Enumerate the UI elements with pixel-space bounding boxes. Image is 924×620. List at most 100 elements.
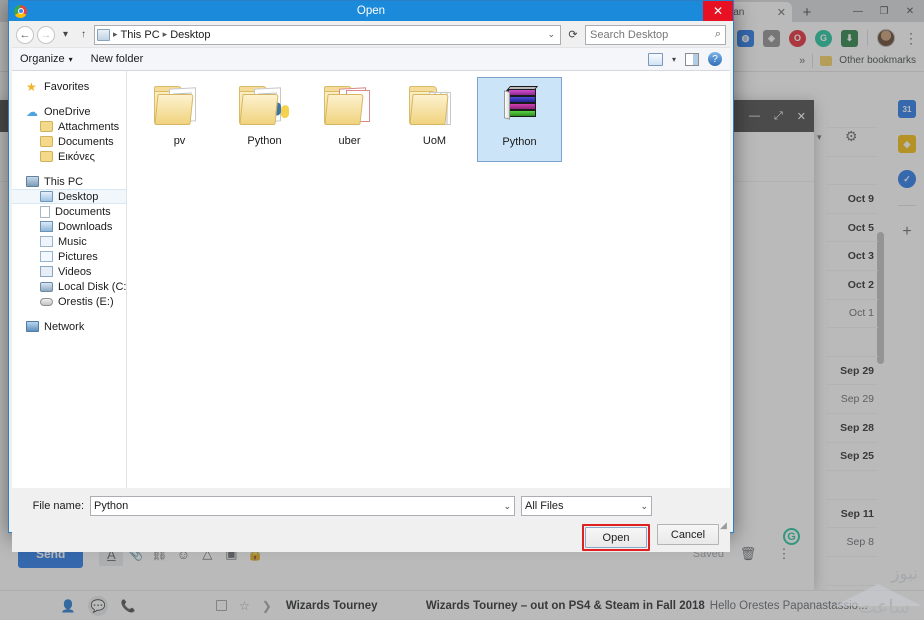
sidebar-item-label: Εικόνες: [58, 150, 95, 163]
search-input[interactable]: Search Desktop ⌕: [585, 24, 726, 45]
file-item[interactable]: UoM: [392, 77, 477, 162]
sidebar-item-label: This PC: [44, 175, 84, 188]
open-file-dialog: Open ✕ ← → ▾ ↑ ▸ This PC ▸ Desktop ⌄ ⟳ S…: [8, 0, 734, 552]
file-item[interactable]: uber: [307, 77, 392, 162]
sidebar-item-label: Orestis (E:): [58, 295, 114, 308]
recent-locations-icon[interactable]: ▾: [58, 26, 73, 44]
sidebar-item-[interactable]: Εικόνες: [12, 149, 126, 164]
file-type-value: All Files: [525, 500, 564, 512]
music-icon: [40, 236, 53, 247]
file-item-label: pv: [173, 135, 186, 147]
search-placeholder: Search Desktop: [590, 28, 669, 41]
dialog-title-bar: Open ✕: [9, 1, 733, 21]
desktop-icon: [40, 191, 53, 202]
folder-icon: [407, 80, 463, 130]
sidebar-item-local-disk-c[interactable]: Local Disk (C:): [12, 279, 126, 294]
sidebar-item-music[interactable]: Music: [12, 234, 126, 249]
cancel-button[interactable]: Cancel: [657, 524, 719, 545]
new-folder-button[interactable]: New folder: [91, 53, 144, 65]
folder-icon: [323, 86, 374, 126]
chevron-down-icon[interactable]: ⌄: [547, 29, 558, 40]
back-button[interactable]: ←: [16, 25, 34, 44]
chevron-down-icon: ▾: [68, 54, 73, 64]
change-view-icon[interactable]: [647, 52, 663, 66]
breadcrumb-desktop[interactable]: Desktop: [170, 29, 210, 41]
folder-icon: [40, 151, 53, 162]
open-button[interactable]: Open: [585, 527, 647, 548]
breadcrumb-this-pc[interactable]: This PC: [121, 29, 160, 41]
file-item[interactable]: Python: [222, 77, 307, 162]
up-one-level-button[interactable]: ↑: [76, 26, 91, 44]
downloads-icon: [40, 221, 53, 232]
sidebar-item-documents[interactable]: Documents: [12, 134, 126, 149]
navigation-bar: ← → ▾ ↑ ▸ This PC ▸ Desktop ⌄ ⟳ Search D…: [12, 22, 730, 47]
file-name-value: Python: [94, 500, 129, 512]
file-type-select[interactable]: All Files ⌄: [521, 496, 652, 516]
sidebar-item-desktop[interactable]: Desktop: [12, 189, 126, 204]
new-folder-label: New folder: [90, 53, 144, 65]
sidebar-item-favorites[interactable]: ★ Favorites: [12, 79, 126, 94]
sidebar-item-label: Local Disk (C:): [58, 280, 127, 293]
sidebar-item-attachments[interactable]: Attachments: [12, 119, 126, 134]
documents-icon: [40, 205, 50, 218]
cloud-icon: ☁: [26, 104, 38, 119]
refresh-icon[interactable]: ⟳: [564, 25, 582, 45]
computer-icon: [26, 176, 39, 187]
resize-grip[interactable]: ◢: [720, 520, 730, 530]
sidebar-item-orestis-e[interactable]: Orestis (E:): [12, 294, 126, 309]
file-name-input[interactable]: Python ⌄: [90, 496, 515, 516]
forward-button[interactable]: →: [37, 25, 55, 44]
sidebar-item-label: Documents: [58, 135, 114, 148]
dialog-main: ★ Favorites ☁ OneDrive Attachments Documents Ε…: [12, 71, 730, 488]
dialog-footer: File name: Python ⌄ All Files ⌄ Open Can…: [12, 488, 730, 552]
sidebar-item-this-pc[interactable]: This PC: [12, 174, 126, 189]
folder-icon: [40, 121, 53, 132]
folder-icon: [238, 86, 289, 126]
rar-band: [507, 110, 536, 117]
command-bar-right: ▾ ?: [647, 52, 722, 66]
sidebar-item-label: Attachments: [58, 120, 120, 133]
file-item[interactable]: pv: [137, 77, 222, 162]
folder-icon: [152, 80, 208, 130]
sidebar-item-network[interactable]: Network: [12, 319, 126, 334]
sidebar-item-onedrive[interactable]: ☁ OneDrive: [12, 104, 126, 119]
rar-band: [507, 96, 536, 103]
folder-front: [238, 94, 279, 125]
folder-icon: [408, 86, 459, 126]
sidebar-item-downloads[interactable]: Downloads: [12, 219, 126, 234]
close-icon[interactable]: ✕: [703, 1, 733, 21]
breadcrumb-separator: ▸: [162, 29, 168, 39]
folder-front: [153, 94, 194, 125]
dialog-title: Open: [356, 5, 386, 17]
sidebar-item-videos[interactable]: Videos: [12, 264, 126, 279]
file-item-label: UoM: [422, 135, 447, 147]
address-bar[interactable]: ▸ This PC ▸ Desktop ⌄: [94, 24, 561, 45]
file-item[interactable]: Python: [477, 77, 562, 162]
network-icon: [26, 321, 39, 332]
file-item-label: uber: [338, 135, 361, 147]
sidebar-item-pictures[interactable]: Pictures: [12, 249, 126, 264]
usb-drive-icon: [40, 297, 53, 306]
breadcrumb-separator: ▸: [113, 29, 118, 39]
open-button-highlight: Open: [582, 524, 650, 551]
chevron-down-icon[interactable]: ⌄: [640, 501, 648, 512]
folder-front: [408, 94, 449, 125]
folder-icon: [40, 136, 53, 147]
rar-band: [507, 89, 536, 96]
chevron-down-icon[interactable]: ⌄: [503, 501, 511, 512]
videos-icon: [40, 266, 53, 277]
file-name-label: File name:: [32, 500, 84, 512]
file-list-area[interactable]: pv Python uber UoM Python: [127, 71, 730, 488]
sidebar-item-label: OneDrive: [44, 105, 91, 118]
help-icon[interactable]: ?: [708, 52, 722, 66]
sidebar-item-label: Documents: [55, 205, 111, 218]
chevron-down-icon[interactable]: ▾: [672, 55, 676, 64]
sidebar-item-documents[interactable]: Documents: [12, 204, 126, 219]
pictures-icon: [40, 251, 53, 262]
rar-spine: [503, 90, 510, 120]
preview-pane-icon[interactable]: [685, 52, 699, 66]
organize-button[interactable]: Organize ▾: [20, 53, 73, 65]
winrar-archive-icon: [503, 86, 538, 122]
